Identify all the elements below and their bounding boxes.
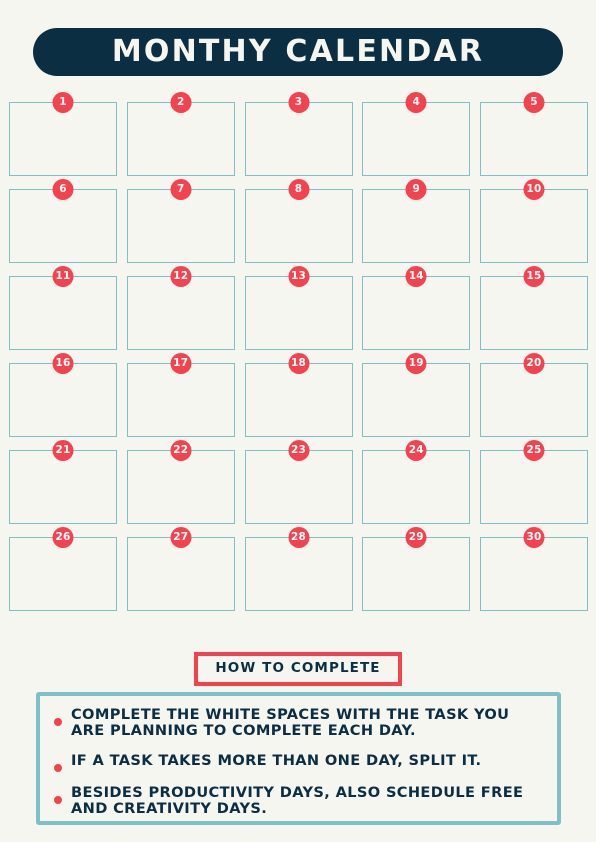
how-to-complete-heading-box: How to complete [194,652,402,686]
calendar-day-cell[interactable]: 5 [480,92,588,176]
day-number-badge: 23 [288,440,309,461]
instruction-item: Besides productivity days, also schedule… [54,783,541,818]
day-number-badge: 8 [288,179,309,200]
day-number-badge: 28 [288,527,309,548]
day-number-badge: 29 [405,527,427,548]
calendar-day-cell[interactable]: 20 [480,353,588,437]
calendar-day-cell[interactable]: 16 [9,353,117,437]
day-number-badge: 18 [288,353,309,374]
page-title: Monthy Calendar [111,34,485,69]
calendar-day-cell[interactable]: 10 [480,179,588,263]
calendar-day-cell[interactable]: 15 [480,266,588,350]
day-number-badge: 12 [170,266,192,287]
how-to-complete-heading: How to complete [215,660,381,677]
calendar-day-cell[interactable]: 21 [9,440,117,524]
bullet-dot-icon [54,763,62,772]
day-number-badge: 1 [52,92,74,113]
day-number-badge: 17 [170,353,192,374]
calendar-day-cell[interactable]: 9 [362,179,471,263]
calendar-day-cell[interactable]: 14 [362,266,471,350]
calendar-day-cell[interactable]: 11 [9,266,117,350]
day-number-badge: 22 [170,440,192,461]
day-number-badge: 6 [52,179,74,200]
calendar-day-cell[interactable]: 2 [126,92,235,176]
day-number-badge: 10 [523,179,545,200]
instruction-text: Complete the white spaces with the task … [71,706,510,740]
calendar-day-cell[interactable]: 18 [244,353,353,437]
calendar-day-cell[interactable]: 24 [362,440,471,524]
calendar-day-cell[interactable]: 23 [244,440,353,524]
calendar-day-cell[interactable]: 1 [9,92,117,176]
calendar-day-cell[interactable]: 6 [9,179,117,263]
calendar-day-cell[interactable]: 22 [126,440,235,524]
calendar-day-cell[interactable]: 29 [362,527,471,611]
day-number-badge: 19 [405,353,427,374]
calendar-day-cell[interactable]: 17 [126,353,235,437]
day-number-badge: 26 [52,527,74,548]
day-number-badge: 7 [170,179,192,200]
day-number-badge: 5 [523,92,545,113]
instructions-panel: Complete the white spaces with the task … [36,692,561,825]
day-number-badge: 25 [523,440,545,461]
day-number-badge: 30 [523,527,545,548]
calendar-day-cell[interactable]: 13 [244,266,353,350]
day-number-badge: 3 [288,92,309,113]
bullet-dot-icon [54,718,62,726]
day-number-badge: 21 [52,440,74,461]
calendar-day-cell[interactable]: 3 [244,92,353,176]
day-number-badge: 24 [405,440,427,461]
day-number-badge: 11 [52,266,74,287]
calendar-day-cell[interactable]: 8 [244,179,353,263]
day-number-badge: 14 [405,266,427,287]
day-number-badge: 16 [52,353,74,374]
page-title-bar: Monthy Calendar [33,28,563,76]
instruction-text: If a task takes more than one day, split… [71,751,482,769]
calendar-day-cell[interactable]: 4 [362,92,471,176]
day-number-badge: 2 [170,92,192,113]
day-number-badge: 4 [405,92,427,113]
calendar-day-cell[interactable]: 26 [9,527,117,611]
calendar-day-cell[interactable]: 30 [480,527,588,611]
calendar-day-cell[interactable]: 19 [362,353,471,437]
day-number-badge: 27 [170,527,192,548]
day-number-badge: 15 [523,266,545,287]
instruction-item: If a task takes more than one day, split… [54,751,541,772]
calendar-grid: 1 2 3 4 5 6 7 8 9 10 11 12 13 14 15 16 17 18 19 20 21 22 23 24 2… [9,92,588,611]
day-number-badge: 9 [405,179,427,200]
calendar-day-cell[interactable]: 7 [126,179,235,263]
day-number-badge: 20 [523,353,545,374]
instruction-item: Complete the white spaces with the task … [54,706,541,740]
calendar-day-cell[interactable]: 27 [126,527,235,611]
calendar-day-cell[interactable]: 28 [244,527,353,611]
calendar-day-cell[interactable]: 25 [480,440,588,524]
calendar-day-cell[interactable]: 12 [126,266,235,350]
instruction-text: Besides productivity days, also schedule… [71,783,524,818]
day-number-badge: 13 [288,266,309,287]
bullet-dot-icon [54,795,62,804]
